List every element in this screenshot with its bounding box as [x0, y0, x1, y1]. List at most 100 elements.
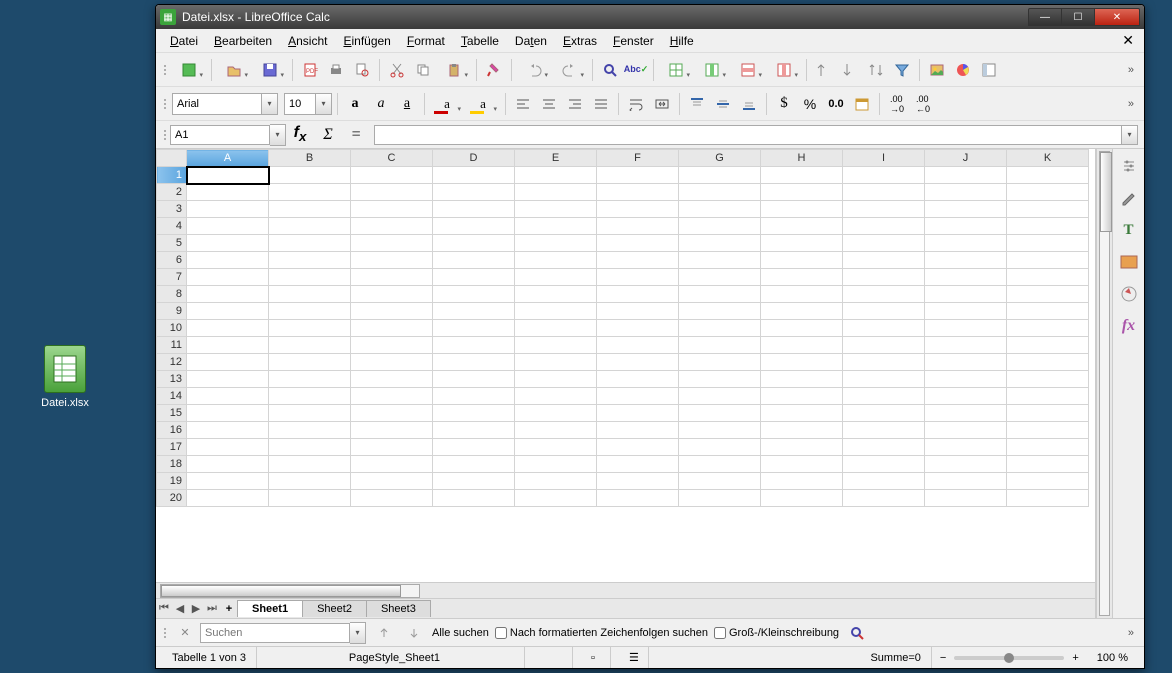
cell-F19[interactable]	[597, 473, 679, 490]
cell-J12[interactable]	[925, 354, 1007, 371]
close-document-button[interactable]: ✕	[1118, 32, 1138, 49]
cell-F8[interactable]	[597, 286, 679, 303]
cell-G19[interactable]	[679, 473, 761, 490]
cell-H20[interactable]	[761, 490, 843, 507]
cell-D14[interactable]	[433, 388, 515, 405]
cell-C17[interactable]	[351, 439, 433, 456]
cell-D7[interactable]	[433, 269, 515, 286]
cell-D13[interactable]	[433, 371, 515, 388]
cell-F6[interactable]	[597, 252, 679, 269]
menu-hilfe[interactable]: Hilfe	[662, 32, 702, 50]
cell-B8[interactable]	[269, 286, 351, 303]
cell-B18[interactable]	[269, 456, 351, 473]
row-header-13[interactable]: 13	[157, 371, 187, 388]
cell-A4[interactable]	[187, 218, 269, 235]
find-replace-button[interactable]	[598, 58, 622, 82]
sort-button[interactable]	[864, 58, 888, 82]
sidebar-gallery-icon[interactable]	[1118, 251, 1140, 273]
menu-daten[interactable]: Daten	[507, 32, 555, 50]
cell-F12[interactable]	[597, 354, 679, 371]
sheet-tab-Sheet2[interactable]: Sheet2	[302, 600, 367, 617]
cell-A13[interactable]	[187, 371, 269, 388]
cell-C4[interactable]	[351, 218, 433, 235]
row-header-1[interactable]: 1	[157, 167, 187, 184]
cell-G7[interactable]	[679, 269, 761, 286]
cell-D20[interactable]	[433, 490, 515, 507]
cell-J2[interactable]	[925, 184, 1007, 201]
cell-A9[interactable]	[187, 303, 269, 320]
cell-G17[interactable]	[679, 439, 761, 456]
col-header-J[interactable]: J	[925, 150, 1007, 167]
font-name-dropdown[interactable]: ▾	[262, 93, 278, 115]
row-header-11[interactable]: 11	[157, 337, 187, 354]
cell-H13[interactable]	[761, 371, 843, 388]
cell-G4[interactable]	[679, 218, 761, 235]
cell-B11[interactable]	[269, 337, 351, 354]
cell-E18[interactable]	[515, 456, 597, 473]
cell-A19[interactable]	[187, 473, 269, 490]
cell-J19[interactable]	[925, 473, 1007, 490]
cell-E10[interactable]	[515, 320, 597, 337]
row-header-14[interactable]: 14	[157, 388, 187, 405]
cell-D5[interactable]	[433, 235, 515, 252]
status-page-style[interactable]: PageStyle_Sheet1	[265, 647, 525, 668]
cell-H5[interactable]	[761, 235, 843, 252]
findbar-more-button[interactable]: »	[1124, 627, 1138, 639]
menu-ansicht[interactable]: Ansicht	[280, 32, 335, 50]
tab-nav-last[interactable]: ⏭	[204, 602, 220, 615]
cell-D1[interactable]	[433, 167, 515, 184]
cell-I20[interactable]	[843, 490, 925, 507]
cell-C10[interactable]	[351, 320, 433, 337]
col-header-D[interactable]: D	[433, 150, 515, 167]
menu-datei[interactable]: Datei	[162, 32, 206, 50]
cell-C2[interactable]	[351, 184, 433, 201]
cell-B20[interactable]	[269, 490, 351, 507]
equals-button[interactable]: =	[344, 125, 368, 145]
valign-middle-button[interactable]	[711, 92, 735, 116]
align-justify-button[interactable]	[589, 92, 613, 116]
cell-A10[interactable]	[187, 320, 269, 337]
cell-I17[interactable]	[843, 439, 925, 456]
cell-C20[interactable]	[351, 490, 433, 507]
vertical-scrollbar[interactable]	[1096, 149, 1112, 618]
cell-A12[interactable]	[187, 354, 269, 371]
row-header-15[interactable]: 15	[157, 405, 187, 422]
cell-H11[interactable]	[761, 337, 843, 354]
cell-E13[interactable]	[515, 371, 597, 388]
search-dropdown[interactable]: ▾	[350, 622, 366, 644]
col-header-A[interactable]: A	[187, 150, 269, 167]
cell-K8[interactable]	[1007, 286, 1089, 303]
cell-J14[interactable]	[925, 388, 1007, 405]
menu-tabelle[interactable]: Tabelle	[453, 32, 507, 50]
row-header-12[interactable]: 12	[157, 354, 187, 371]
status-insert-mode[interactable]	[533, 647, 573, 668]
cell-C16[interactable]	[351, 422, 433, 439]
percent-button[interactable]: %	[798, 92, 822, 116]
cell-G12[interactable]	[679, 354, 761, 371]
cell-K10[interactable]	[1007, 320, 1089, 337]
row-header-16[interactable]: 16	[157, 422, 187, 439]
cell-E6[interactable]	[515, 252, 597, 269]
toolbar-more-button[interactable]: »	[1124, 64, 1138, 76]
cell-G11[interactable]	[679, 337, 761, 354]
zoom-out-button[interactable]: −	[940, 652, 946, 664]
format-paintbrush-button[interactable]	[482, 58, 506, 82]
cell-J9[interactable]	[925, 303, 1007, 320]
cell-I18[interactable]	[843, 456, 925, 473]
tab-nav-next[interactable]: ▶	[188, 602, 204, 615]
row-header-5[interactable]: 5	[157, 235, 187, 252]
cell-H17[interactable]	[761, 439, 843, 456]
cell-A6[interactable]	[187, 252, 269, 269]
cell-A18[interactable]	[187, 456, 269, 473]
row-header-7[interactable]: 7	[157, 269, 187, 286]
cell-K6[interactable]	[1007, 252, 1089, 269]
insert-row-button[interactable]	[659, 58, 693, 82]
font-size-dropdown[interactable]: ▾	[316, 93, 332, 115]
toolbar-grip[interactable]	[162, 65, 168, 75]
copy-button[interactable]	[411, 58, 435, 82]
cell-G16[interactable]	[679, 422, 761, 439]
cut-button[interactable]	[385, 58, 409, 82]
cell-I9[interactable]	[843, 303, 925, 320]
font-size-input[interactable]	[284, 93, 316, 115]
cell-F14[interactable]	[597, 388, 679, 405]
